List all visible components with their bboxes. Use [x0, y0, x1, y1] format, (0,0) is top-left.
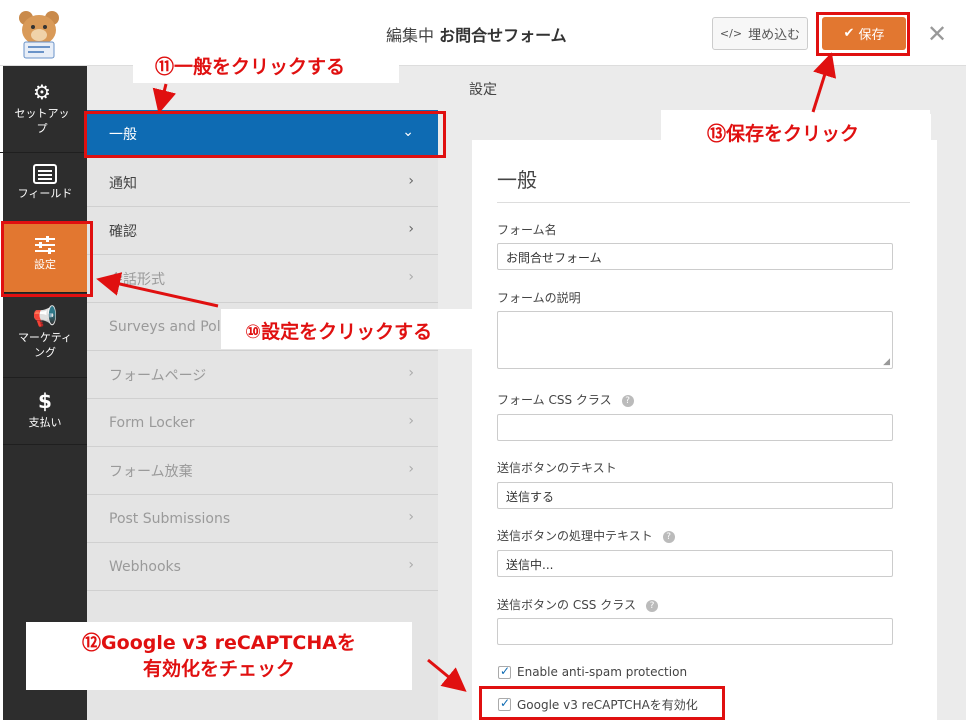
section-item-label: Webhooks: [109, 558, 181, 575]
processing-text-label: 送信ボタンの処理中テキスト?: [497, 527, 675, 544]
close-icon[interactable]: ✕: [927, 20, 947, 48]
form-css-class-label: フォーム CSS クラス?: [497, 391, 634, 408]
section-item-label: 会話形式: [109, 271, 165, 288]
section-item-conversational[interactable]: 会話形式 ›: [87, 255, 438, 303]
form-css-class-label-text: フォーム CSS クラス: [497, 393, 612, 407]
nav-item-label: マーケティ ング: [17, 331, 73, 359]
nav-item-label: フィールド: [17, 187, 73, 200]
dollar-icon: $: [38, 389, 52, 413]
submit-text-input[interactable]: 送信する: [497, 482, 893, 509]
chevron-right-icon: ›: [408, 509, 414, 525]
fields-list-icon: [33, 164, 57, 184]
embed-button-label: 埋め込む: [748, 28, 801, 43]
general-heading: 一般: [497, 168, 537, 192]
help-icon[interactable]: ?: [646, 599, 659, 612]
nav-item-fields[interactable]: フィールド: [3, 154, 87, 222]
form-description-textarea[interactable]: ◢: [497, 311, 893, 369]
submit-css-class-input[interactable]: [497, 618, 893, 645]
screenshot-root: 編集中 お問合せフォーム </> 埋め込む ✔ 保存 ✕ ⚙ セットアッ プ フ…: [0, 0, 966, 720]
form-css-class-input[interactable]: [497, 414, 893, 441]
submit-text-label: 送信ボタンのテキスト: [497, 461, 617, 475]
section-item-label: 通知: [109, 175, 137, 192]
section-item-label: Post Submissions: [109, 510, 231, 527]
antispam-row[interactable]: Enable anti-spam protection: [498, 664, 688, 679]
section-item-confirmations[interactable]: 確認 ›: [87, 207, 438, 255]
section-item-label: フォームページ: [109, 367, 207, 384]
nav-item-label: セットアッ プ: [14, 107, 70, 135]
save-highlight-box: [816, 12, 910, 56]
nav-item-payments[interactable]: $ 支払い: [3, 379, 87, 445]
chevron-right-icon: ›: [408, 269, 414, 285]
settings-title: 設定: [469, 82, 497, 98]
processing-text-label-text: 送信ボタンの処理中テキスト: [497, 529, 653, 543]
chevron-right-icon: ›: [408, 365, 414, 381]
section-item-label: Form Locker: [109, 414, 195, 431]
section-item-form-locker[interactable]: Form Locker ›: [87, 399, 438, 447]
section-item-post-submissions[interactable]: Post Submissions ›: [87, 495, 438, 543]
section-item-label: フォーム放棄: [109, 463, 193, 480]
chevron-right-icon: ›: [408, 221, 414, 237]
form-name-label: フォーム名: [497, 223, 557, 237]
recaptcha-highlight-box: [479, 686, 725, 720]
section-item-notifications[interactable]: 通知 ›: [87, 159, 438, 207]
code-icon: </>: [719, 27, 743, 40]
section-item-label: Surveys and Polls: [109, 318, 232, 335]
annotation-step13: ⑬保存をクリック: [665, 114, 931, 150]
section-item-label: 確認: [109, 223, 137, 240]
processing-text-input[interactable]: 送信中...: [497, 550, 893, 577]
embed-button[interactable]: </> 埋め込む: [712, 17, 808, 50]
annotation-step12: ⑫Google v3 reCAPTCHAを 有効化をチェック: [26, 622, 412, 690]
chevron-right-icon: ›: [408, 173, 414, 189]
settings-highlight-box: [1, 221, 93, 297]
resize-handle-icon[interactable]: ◢: [883, 357, 890, 367]
section-item-form-pages[interactable]: フォームページ ›: [87, 351, 438, 399]
antispam-checkbox[interactable]: [498, 664, 511, 679]
submit-css-class-label-text: 送信ボタンの CSS クラス: [497, 598, 637, 612]
nav-item-label: 支払い: [28, 416, 62, 429]
page-title: 編集中 お問合せフォーム: [386, 22, 567, 46]
chevron-right-icon: ›: [408, 413, 414, 429]
nav-item-setup[interactable]: ⚙ セットアッ プ: [0, 67, 84, 153]
section-item-form-abandonment[interactable]: フォーム放棄 ›: [87, 447, 438, 495]
heading-divider: [497, 202, 910, 203]
chevron-right-icon: ›: [408, 557, 414, 573]
form-name-input[interactable]: お問合せフォーム: [497, 243, 893, 270]
annotation-step12-line2: 有効化をチェック: [142, 658, 295, 680]
wpforms-bear-logo-icon: [19, 11, 59, 59]
form-description-label: フォームの説明: [497, 291, 581, 305]
help-icon[interactable]: ?: [662, 530, 675, 543]
gear-icon: ⚙: [33, 80, 51, 104]
title-form-name: お問合せフォーム: [439, 26, 567, 45]
section-item-webhooks[interactable]: Webhooks ›: [87, 543, 438, 591]
general-highlight-box: [84, 111, 446, 158]
antispam-label: Enable anti-spam protection: [517, 665, 688, 679]
annotation-step12-line1: ⑫Google v3 reCAPTCHAを: [82, 632, 356, 654]
annotation-step10: ⑩設定をクリックする: [221, 309, 497, 349]
annotation-step11: ⑪一般をクリックする: [133, 49, 399, 83]
megaphone-icon: 📢: [32, 304, 58, 328]
nav-item-marketing[interactable]: 📢 マーケティ ング: [3, 294, 87, 378]
title-prefix: 編集中: [386, 26, 435, 45]
submit-css-class-label: 送信ボタンの CSS クラス?: [497, 596, 659, 613]
chevron-right-icon: ›: [408, 461, 414, 477]
help-icon[interactable]: ?: [621, 394, 634, 407]
